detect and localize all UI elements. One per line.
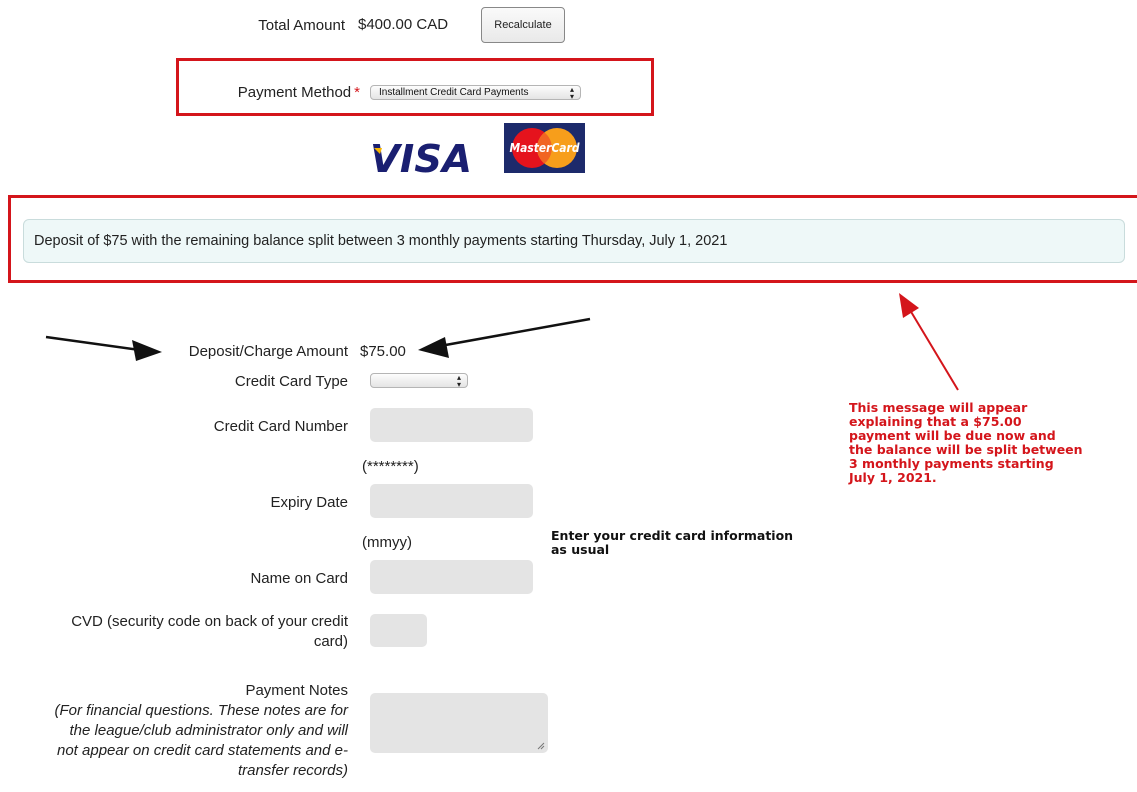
arrow-head-red	[899, 293, 919, 318]
arrow-to-deposit-label	[45, 335, 141, 352]
arrow-head-left	[132, 340, 162, 361]
arrow-red-to-message	[909, 309, 959, 391]
arrow-to-deposit-value	[439, 317, 591, 348]
annotation-arrows	[45, 293, 959, 391]
arrow-head-right	[418, 337, 449, 358]
